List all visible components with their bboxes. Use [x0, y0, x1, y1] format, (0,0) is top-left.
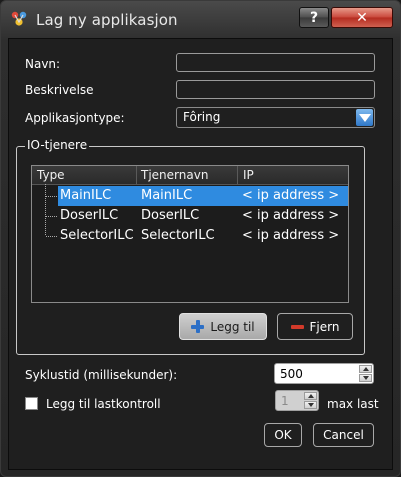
ok-button[interactable]: OK	[264, 423, 302, 447]
chevron-down-icon[interactable]	[356, 109, 373, 126]
cycle-time-value: 500	[280, 367, 303, 381]
load-control-label[interactable]: Legg til lastkontroll	[46, 397, 161, 411]
window-title: Lag ny applikasjon	[36, 11, 178, 29]
minus-icon	[290, 324, 304, 329]
cycle-time-stepper	[359, 365, 372, 382]
remove-server-button[interactable]: Fjern	[277, 313, 353, 340]
row-type: MainILC	[60, 188, 112, 203]
io-servers-group-title: IO-tjenere	[25, 138, 90, 152]
tree-row[interactable]: DoserILC DoserILC < ip address >	[32, 206, 348, 226]
column-header-type[interactable]: Type	[37, 168, 65, 182]
cycle-time-spinbox[interactable]: 500	[274, 363, 374, 384]
description-label: Beskrivelse	[25, 83, 94, 97]
max-load-spinbox[interactable]: 1	[275, 390, 319, 411]
row-ip: < ip address >	[242, 188, 340, 203]
add-server-button[interactable]: Legg til	[179, 313, 267, 340]
row-server: DoserILC	[141, 208, 200, 223]
spin-down-icon[interactable]	[304, 401, 317, 409]
cancel-label: Cancel	[323, 428, 364, 442]
ok-label: OK	[274, 428, 292, 442]
tree-row[interactable]: MainILC MainILC < ip address >	[32, 186, 348, 206]
row-server: MainILC	[141, 188, 193, 203]
row-ip: < ip address >	[242, 208, 340, 223]
max-load-stepper	[304, 392, 317, 409]
column-divider[interactable]	[136, 166, 137, 184]
app-type-label: Applikasjontype:	[25, 111, 125, 125]
help-icon: ?	[309, 9, 319, 26]
row-type: SelectorILC	[60, 228, 134, 243]
column-header-ip[interactable]: IP	[243, 168, 254, 182]
close-icon: ✕	[356, 9, 368, 26]
row-ip: < ip address >	[242, 228, 340, 243]
spin-up-icon[interactable]	[359, 365, 372, 373]
name-input[interactable]	[176, 53, 375, 72]
tree-branch-line	[46, 216, 57, 217]
column-divider[interactable]	[237, 166, 238, 184]
spin-down-icon[interactable]	[359, 374, 372, 382]
row-server: SelectorILC	[141, 228, 215, 243]
title-bar[interactable]: Lag ny applikasjon ? ✕	[1, 1, 401, 41]
tree-header: Type Tjenernavn IP	[32, 166, 348, 185]
remove-server-label: Fjern	[309, 319, 340, 334]
max-load-label: max last	[327, 397, 379, 411]
max-load-value: 1	[281, 394, 289, 408]
plus-icon	[191, 320, 205, 333]
tree-branch-line	[46, 236, 57, 237]
column-header-server[interactable]: Tjenernavn	[141, 168, 208, 182]
tree-row[interactable]: SelectorILC SelectorILC < ip address >	[32, 226, 348, 246]
description-input[interactable]	[176, 80, 375, 99]
help-button[interactable]: ?	[299, 7, 329, 28]
load-control-checkbox[interactable]	[25, 397, 38, 410]
cycle-time-label: Syklustid (millisekunder):	[25, 368, 178, 382]
app-icon	[11, 11, 27, 26]
app-type-value: Fôring	[183, 110, 221, 124]
tree-branch-line	[46, 196, 57, 197]
add-server-label: Legg til	[210, 319, 255, 334]
name-label: Navn:	[25, 57, 61, 71]
row-type: DoserILC	[60, 208, 119, 223]
cancel-button[interactable]: Cancel	[313, 423, 374, 447]
close-button[interactable]: ✕	[331, 7, 393, 28]
spin-up-icon[interactable]	[304, 392, 317, 400]
app-type-select[interactable]: Fôring	[176, 107, 375, 128]
io-servers-tree[interactable]: Type Tjenernavn IP MainILC MainILC < ip …	[31, 165, 349, 303]
